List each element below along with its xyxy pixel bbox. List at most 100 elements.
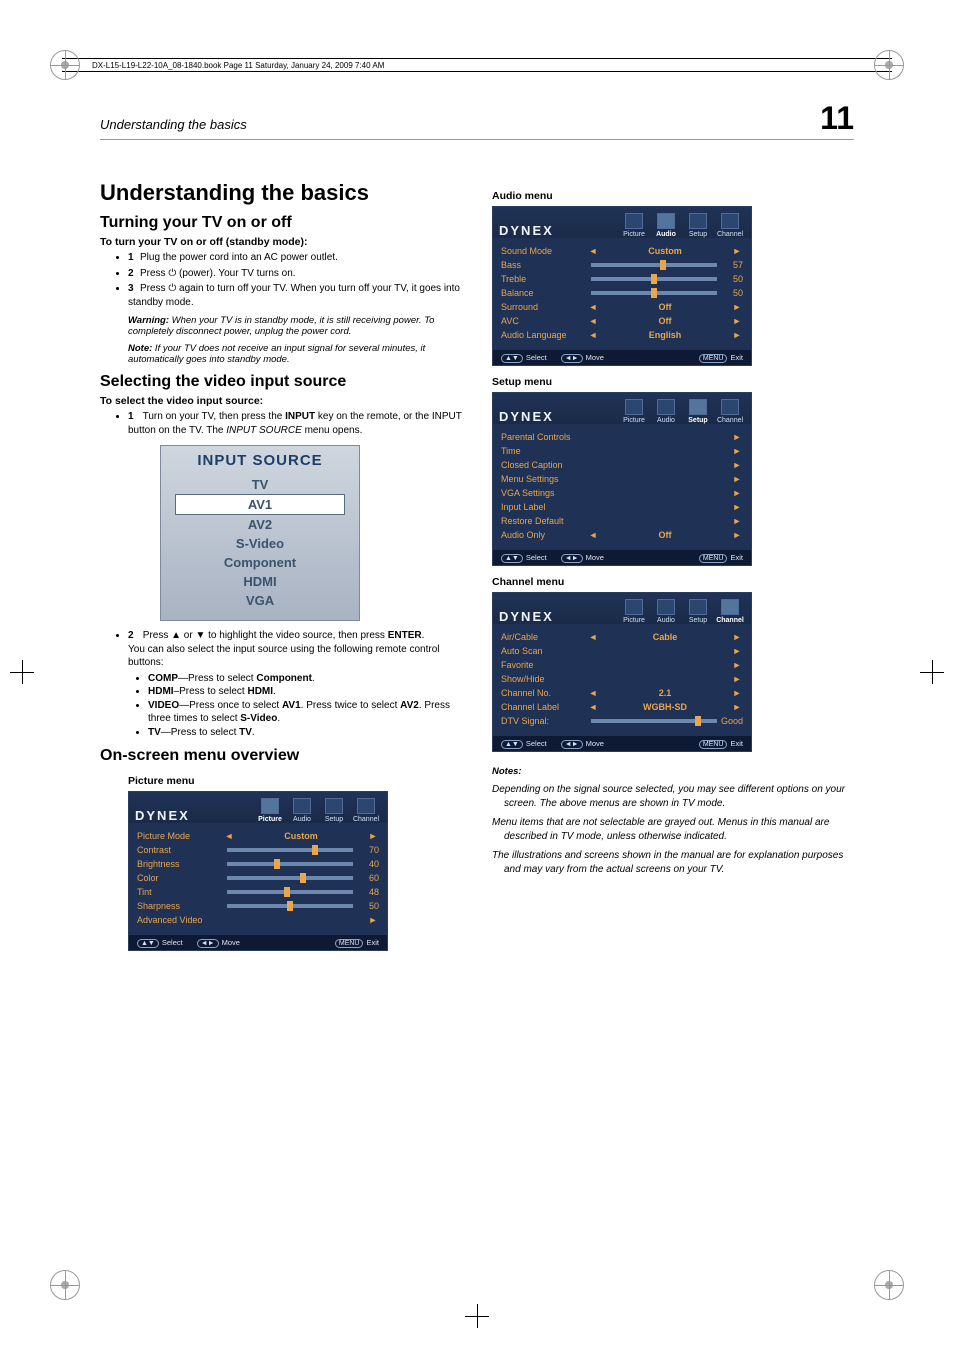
osd-slider: .slider[style*="--p:60"]::after{left:cal…: [227, 876, 353, 880]
bullet-comp: COMP—Press to select Component.: [148, 672, 462, 686]
osd-tab: Channel: [351, 796, 381, 823]
registration-mark: [874, 1270, 904, 1300]
osd-row: Favorite►: [501, 658, 743, 672]
osd-tab: Channel: [715, 211, 745, 238]
audio-osd: DYNEX PictureAudioSetupChannel Sound Mode◄…: [492, 206, 752, 366]
osd-logo: DYNEX: [499, 609, 554, 624]
book-header-line: DX-L15-L19-L22-10A_08-1840.book Page 11 …: [62, 58, 892, 72]
osd-logo: DYNEX: [499, 409, 554, 424]
picture-osd: DYNEXPictureAudioSetupChannelPicture Mod…: [128, 791, 388, 951]
osd-row: Closed Caption►: [501, 458, 743, 472]
bullet-tv: TV—Press to select TV.: [148, 726, 462, 740]
step-1: 1Plug the power cord into an AC power ou…: [128, 251, 462, 265]
warning-note: Warning: When your TV is in standby mode…: [128, 315, 462, 337]
channel-osd: DYNEXPictureAudioSetupChannelAir/Cable◄C…: [492, 592, 752, 752]
osd-tab: Audio: [287, 796, 317, 823]
osd-row: Input Label►: [501, 500, 743, 514]
channel-menu-label: Channel menu: [492, 576, 854, 588]
setup-menu-label: Setup menu: [492, 376, 854, 388]
note-3: The illustrations and screens shown in t…: [504, 849, 854, 876]
osd-slider: .slider[style*="--p:70"]::after{left:cal…: [227, 848, 353, 852]
osd-row: Advanced Video►: [137, 913, 379, 927]
step-1: 1 Turn on your TV, then press the INPUT …: [128, 410, 462, 437]
osd-slider: .slider[style*="--p:50"]::after{left:cal…: [227, 904, 353, 908]
input-source-option: HDMI: [161, 572, 359, 591]
osd-logo: DYNEX: [499, 223, 554, 238]
running-header-text: Understanding the basics: [100, 117, 247, 132]
h1-understanding-basics: Understanding the basics: [100, 180, 462, 206]
osd-row: Time►: [501, 444, 743, 458]
book-header-text: DX-L15-L19-L22-10A_08-1840.book Page 11 …: [92, 61, 384, 70]
osd-tab: Audio: [651, 211, 681, 238]
h2-selecting-input: Selecting the video input source: [100, 373, 462, 391]
osd-row: Balance.slider[style*="--p:50"]::after{l…: [501, 286, 743, 300]
osd-tab: Audio: [651, 597, 681, 624]
osd-footer: ▲▼Select◄►MoveMENUExit: [493, 350, 751, 365]
osd-tab: Setup: [319, 796, 349, 823]
osd-row: Surround◄Off►: [501, 300, 743, 314]
running-header: Understanding the basics 11: [100, 100, 854, 140]
osd-row-dtv: DTV Signal:#osd-chan .slider::after{left…: [501, 714, 743, 728]
osd-row: Sharpness.slider[style*="--p:50"]::after…: [137, 899, 379, 913]
osd-row: Treble.slider[style*="--p:50"]::after{le…: [501, 272, 743, 286]
info-note: Note: If your TV does not receive an inp…: [128, 343, 462, 365]
input-source-option: VGA: [161, 591, 359, 610]
osd-footer: ▲▼Select◄►MoveMENUExit: [129, 935, 387, 950]
input-source-option: Component: [161, 553, 359, 572]
osd-logo: DYNEX: [135, 808, 190, 823]
osd-row: Audio Language◄English►: [501, 328, 743, 342]
osd-row: Channel No.◄2.1►: [501, 686, 743, 700]
crop-mark: [465, 1304, 489, 1328]
osd-row: Air/Cable◄Cable►: [501, 630, 743, 644]
osd-row: Tint.slider[style*="--p:48"]::after{left…: [137, 885, 379, 899]
osd-row: Show/Hide►: [501, 672, 743, 686]
crop-mark: [920, 660, 944, 684]
input-source-option: S-Video: [161, 534, 359, 553]
osd-row: Restore Default►: [501, 514, 743, 528]
osd-row: AVC◄Off►: [501, 314, 743, 328]
bullet-hdmi: HDMI–Press to select HDMI.: [148, 685, 462, 699]
osd-row: Brightness.slider[style*="--p:40"]::afte…: [137, 857, 379, 871]
osd-row: Auto Scan►: [501, 644, 743, 658]
osd-tab: Picture: [619, 597, 649, 624]
input-source-option: AV2: [161, 515, 359, 534]
note-1: Depending on the signal source selected,…: [504, 783, 854, 810]
h3-standby: To turn your TV on or off (standby mode)…: [100, 236, 462, 248]
h2-turning-tv: Turning your TV on or off: [100, 214, 462, 232]
osd-slider: .slider[style*="--p:50"]::after{left:cal…: [591, 277, 717, 281]
osd-tab: Setup: [683, 211, 713, 238]
osd-row: Picture Mode◄Custom►: [137, 829, 379, 843]
step-2: 2 Press ▲ or ▼ to highlight the video so…: [128, 629, 462, 670]
osd-tab: Picture: [619, 211, 649, 238]
osd-slider: #osd-chan .slider::after{left:calc(85% -…: [591, 719, 717, 723]
osd-tab: Setup: [683, 597, 713, 624]
notes-heading: Notes:: [492, 766, 854, 777]
osd-row: Color.slider[style*="--p:60"]::after{lef…: [137, 871, 379, 885]
picture-menu-label: Picture menu: [128, 775, 462, 787]
input-source-menu: INPUT SOURCE TVAV1AV2S-VideoComponentHDM…: [160, 445, 360, 621]
osd-tab: Picture: [619, 397, 649, 424]
registration-mark: [50, 1270, 80, 1300]
h2-osd-overview: On-screen menu overview: [100, 747, 462, 765]
input-source-option: TV: [161, 475, 359, 494]
osd-row: Channel Label◄WGBH-SD►: [501, 700, 743, 714]
input-source-title: INPUT SOURCE: [161, 452, 359, 469]
osd-row: Audio Only◄Off►: [501, 528, 743, 542]
osd-row: Contrast.slider[style*="--p:70"]::after{…: [137, 843, 379, 857]
step-2: 2Press ⏻ (power). Your TV turns on.: [128, 267, 462, 281]
osd-slider: .slider[style*="--p:50"]::after{left:cal…: [591, 291, 717, 295]
osd-row: Bass.slider[style*="--p:57"]::after{left…: [501, 258, 743, 272]
osd-tab: Audio: [651, 397, 681, 424]
note-2: Menu items that are not selectable are g…: [504, 816, 854, 843]
registration-mark: [874, 50, 904, 80]
osd-row: VGA Settings►: [501, 486, 743, 500]
osd-row: Sound Mode◄Custom►: [501, 244, 743, 258]
osd-slider: .slider[style*="--p:48"]::after{left:cal…: [227, 890, 353, 894]
osd-tab: Setup: [683, 397, 713, 424]
crop-mark: [10, 660, 34, 684]
step-3: 3Press ⏻ again to turn off your TV. When…: [128, 282, 462, 309]
osd-row: Parental Controls►: [501, 430, 743, 444]
setup-osd: DYNEXPictureAudioSetupChannelParental Co…: [492, 392, 752, 566]
osd-slider: .slider[style*="--p:57"]::after{left:cal…: [591, 263, 717, 267]
audio-menu-label: Audio menu: [492, 190, 854, 202]
